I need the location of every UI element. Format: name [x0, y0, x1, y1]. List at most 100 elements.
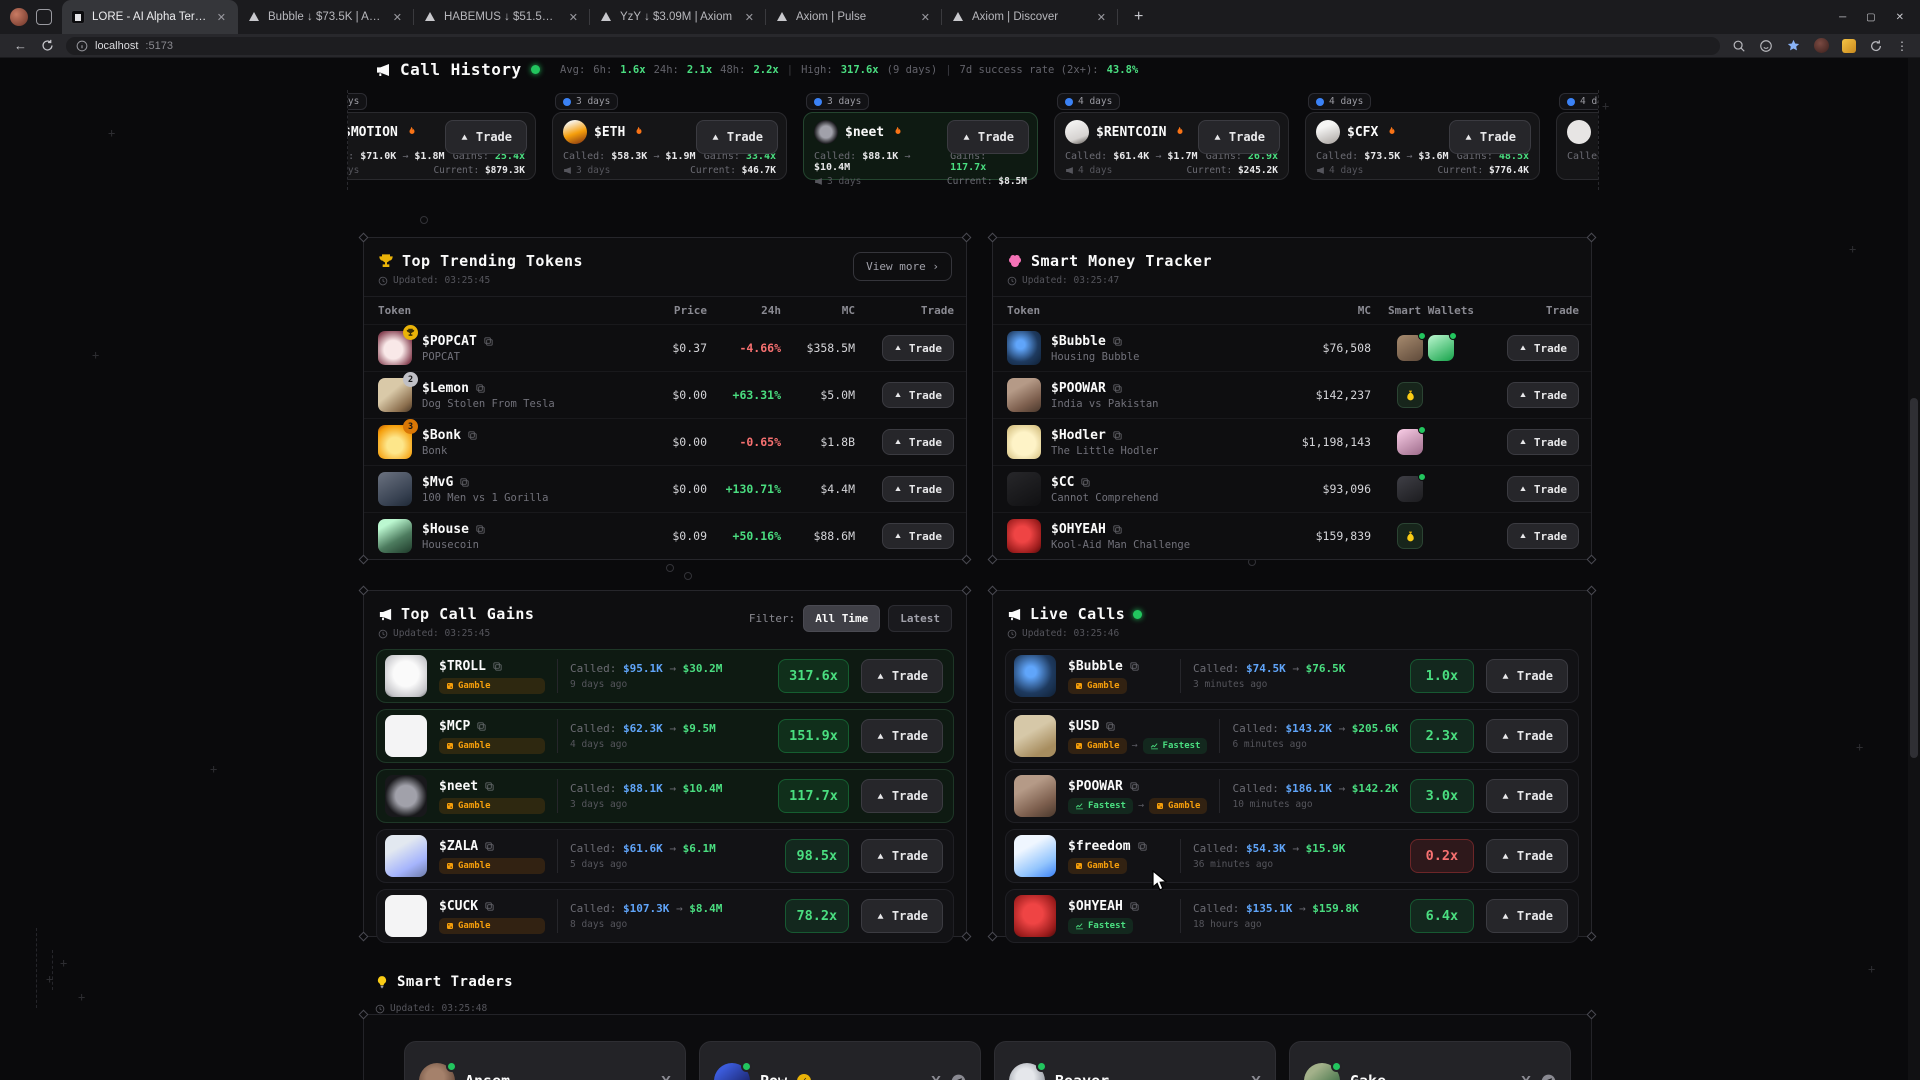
trade-button[interactable]: Trade	[882, 429, 954, 455]
copy-icon[interactable]	[1080, 477, 1091, 488]
copy-icon[interactable]	[484, 841, 495, 852]
call-card-motion[interactable]: 3 days $MOTION Trade Called: $71.0K → $1…	[347, 112, 536, 180]
telegram-icon[interactable]	[1541, 1074, 1556, 1080]
call-card-clipped[interactable]: 4 days $ Called:	[1556, 112, 1599, 180]
trade-button[interactable]: Trade	[1486, 659, 1568, 693]
trader-card-gake[interactable]: Gake X	[1289, 1041, 1571, 1080]
call-gain-row[interactable]: $ZALA Gamble Called: $61.6K → $6.1M 5 da…	[376, 829, 954, 883]
scrollbar[interactable]	[1908, 58, 1920, 1080]
copy-icon[interactable]	[484, 781, 495, 792]
table-row[interactable]: 2 $Lemon Dog Stolen From Tesla $0.00 +63…	[364, 371, 966, 418]
window-close-button[interactable]: ✕	[1896, 12, 1904, 23]
close-icon[interactable]: ✕	[214, 10, 229, 25]
moneybag-wallet-icon[interactable]	[1397, 382, 1423, 408]
copy-icon[interactable]	[1112, 430, 1123, 441]
zoom-icon[interactable]	[1732, 39, 1746, 53]
trade-button[interactable]: Trade	[947, 120, 1029, 154]
tab-yzy-axiom[interactable]: YzY ↓ $3.09M | Axiom ✕	[590, 0, 766, 34]
call-card-rentcoin[interactable]: 4 days $RENTCOIN Trade Called: $61.4K → …	[1054, 112, 1289, 180]
live-call-row[interactable]: $Bubble Gamble Called: $74.5K → $76.5K 3…	[1005, 649, 1579, 703]
trade-button[interactable]: Trade	[861, 779, 943, 813]
trade-button[interactable]: Trade	[1507, 523, 1579, 549]
live-call-row[interactable]: $freedom Gamble Called: $54.3K → $15.9K …	[1005, 829, 1579, 883]
trade-button[interactable]: Trade	[1449, 120, 1531, 154]
wallet-avatar[interactable]	[1397, 429, 1423, 455]
tab-habemus-axiom[interactable]: HABEMUS ↓ $51.5K | Axiom ✕	[414, 0, 590, 34]
browser-profile-avatar[interactable]	[10, 8, 28, 26]
copy-icon[interactable]	[1129, 901, 1140, 912]
bookmark-star-icon[interactable]	[1786, 38, 1801, 53]
copy-icon[interactable]	[1112, 336, 1123, 347]
trade-button[interactable]: Trade	[1507, 335, 1579, 361]
table-row[interactable]: $POPCAT POPCAT $0.37 -4.66% $358.5M Trad…	[364, 324, 966, 371]
x-social-icon[interactable]: X	[1521, 1073, 1531, 1080]
trade-button[interactable]: Trade	[445, 120, 527, 154]
extension-icon[interactable]	[1842, 39, 1856, 53]
trade-button[interactable]: Trade	[861, 659, 943, 693]
copy-icon[interactable]	[467, 430, 478, 441]
call-card-cfx[interactable]: 4 days $CFX Trade Called: $73.5K → $3.6M…	[1305, 112, 1540, 180]
scrollbar-thumb[interactable]	[1910, 398, 1918, 758]
trade-button[interactable]: Trade	[882, 335, 954, 361]
x-social-icon[interactable]: X	[661, 1073, 671, 1080]
copy-icon[interactable]	[1129, 781, 1140, 792]
copy-icon[interactable]	[492, 661, 503, 672]
copy-icon[interactable]	[484, 901, 495, 912]
copy-icon[interactable]	[476, 721, 487, 732]
call-gain-row[interactable]: $CUCK Gamble Called: $107.3K → $8.4M 8 d…	[376, 889, 954, 943]
tab-axiom-pulse[interactable]: Axiom | Pulse ✕	[766, 0, 942, 34]
table-row[interactable]: $CC Cannot Comprehend $93,096 Trade	[993, 465, 1591, 512]
trader-card-beaver[interactable]: Beaver X	[994, 1041, 1276, 1080]
trade-button[interactable]: Trade	[1486, 839, 1568, 873]
copy-icon[interactable]	[1105, 721, 1116, 732]
live-call-row[interactable]: $POOWAR Fastest → Gamble Called: $186.1K…	[1005, 769, 1579, 823]
table-row[interactable]: $Hodler The Little Hodler $1,198,143 Tra…	[993, 418, 1591, 465]
wallet-avatar[interactable]	[1428, 335, 1454, 361]
minimize-button[interactable]: ─	[1839, 12, 1846, 23]
trade-button[interactable]: Trade	[1486, 719, 1568, 753]
table-row[interactable]: $Bubble Housing Bubble $76,508 Trade	[993, 324, 1591, 371]
trade-button[interactable]: Trade	[1507, 476, 1579, 502]
live-call-row[interactable]: $OHYEAH Fastest Called: $135.1K → $159.8…	[1005, 889, 1579, 943]
live-call-row[interactable]: $USD Gamble → Fastest Called: $143.2K → …	[1005, 709, 1579, 763]
trade-button[interactable]: Trade	[861, 719, 943, 753]
new-tab-button[interactable]: +	[1126, 6, 1151, 28]
copy-icon[interactable]	[483, 336, 494, 347]
url-bar[interactable]: localhost:5173	[66, 37, 1720, 55]
copy-icon[interactable]	[1112, 383, 1123, 394]
telegram-icon[interactable]	[951, 1074, 966, 1080]
trade-button[interactable]: Trade	[861, 839, 943, 873]
copy-icon[interactable]	[1129, 661, 1140, 672]
trade-button[interactable]: Trade	[1486, 899, 1568, 933]
trade-button[interactable]: Trade	[882, 476, 954, 502]
account-avatar[interactable]	[1814, 38, 1829, 53]
back-button[interactable]: ←	[14, 38, 27, 53]
reload-button[interactable]	[41, 39, 54, 52]
filter-latest[interactable]: Latest	[888, 605, 952, 632]
table-row[interactable]: 3 $Bonk Bonk $0.00 -0.65% $1.8B Trade	[364, 418, 966, 465]
copy-icon[interactable]	[475, 524, 486, 535]
trade-button[interactable]: Trade	[696, 120, 778, 154]
table-row[interactable]: $POOWAR India vs Pakistan $142,237 Trade	[993, 371, 1591, 418]
wallet-avatar[interactable]	[1397, 476, 1423, 502]
x-social-icon[interactable]: X	[1251, 1073, 1261, 1080]
call-gain-row[interactable]: $TROLL Gamble Called: $95.1K → $30.2M 9 …	[376, 649, 954, 703]
trade-button[interactable]: Trade	[1198, 120, 1280, 154]
wallet-avatar[interactable]	[1397, 335, 1423, 361]
table-row[interactable]: $OHYEAH Kool-Aid Man Challenge $159,839 …	[993, 512, 1591, 559]
trade-button[interactable]: Trade	[882, 382, 954, 408]
call-history-carousel[interactable]: 3 days $MOTION Trade Called: $71.0K → $1…	[347, 90, 1599, 190]
maximize-button[interactable]: ▢	[1866, 12, 1875, 23]
close-icon[interactable]: ✕	[918, 10, 933, 25]
emoji-icon[interactable]	[1759, 39, 1773, 53]
copy-icon[interactable]	[459, 477, 470, 488]
tab-bubble-axiom[interactable]: Bubble ↓ $73.5K | Axiom ✕	[238, 0, 414, 34]
sync-icon[interactable]	[1869, 39, 1883, 53]
trade-button[interactable]: Trade	[882, 523, 954, 549]
trade-button[interactable]: Trade	[861, 899, 943, 933]
tab-axiom-discover[interactable]: Axiom | Discover ✕	[942, 0, 1118, 34]
tab-search-icon[interactable]	[36, 9, 52, 25]
trader-card-pow[interactable]: Pow ✓ X	[699, 1041, 981, 1080]
tab-lore-terminal[interactable]: LORE - AI Alpha Terminal ✕	[62, 0, 238, 34]
trade-button[interactable]: Trade	[1507, 429, 1579, 455]
